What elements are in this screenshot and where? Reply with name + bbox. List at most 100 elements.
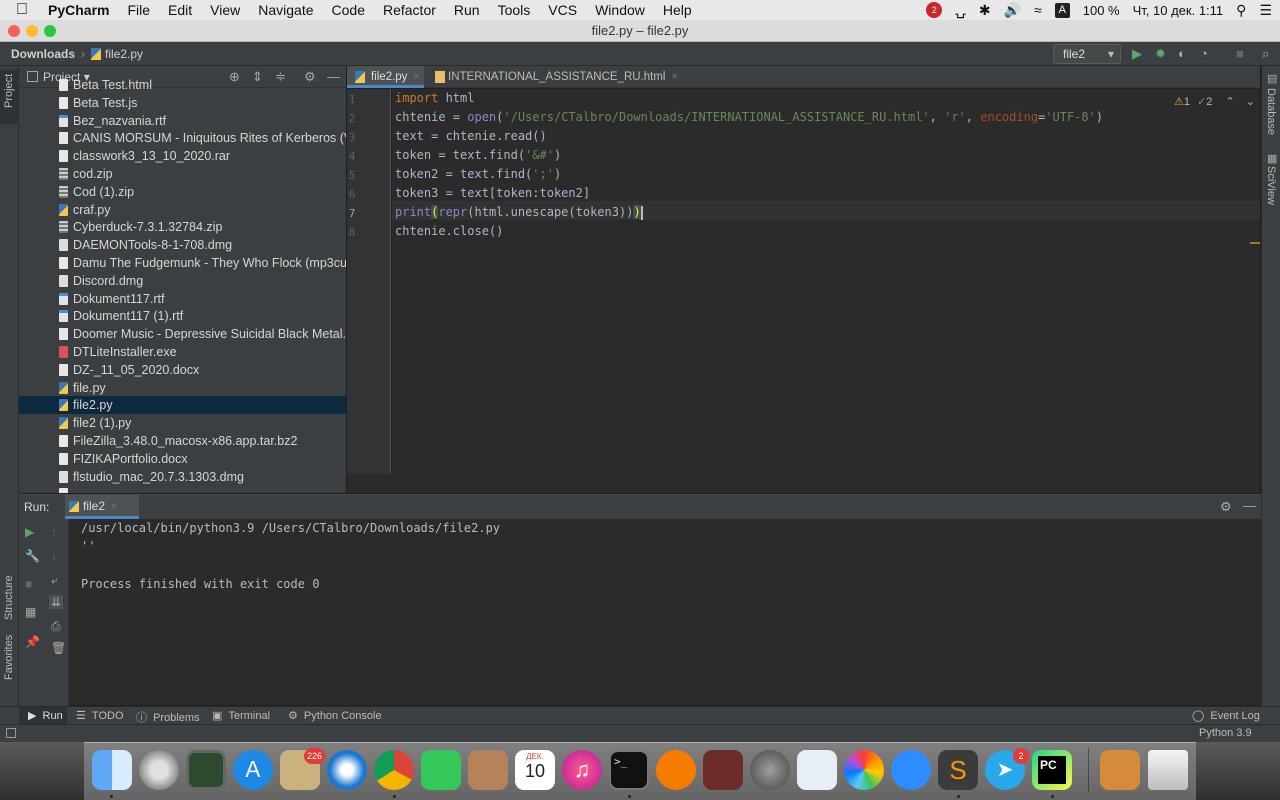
menu-file[interactable]: File bbox=[127, 2, 150, 18]
code-line[interactable]: chtenie.close() bbox=[395, 222, 503, 241]
preview-icon[interactable] bbox=[797, 750, 837, 790]
notification-badge[interactable]: 2 bbox=[926, 2, 943, 18]
tree-row[interactable]: Discord.dmg bbox=[19, 272, 346, 290]
notification-center-icon[interactable]: ☰ bbox=[1259, 2, 1272, 19]
chrome-icon[interactable] bbox=[374, 750, 414, 790]
code-line[interactable]: token = text.find('&#') bbox=[395, 146, 561, 165]
tree-row[interactable]: Cyberduck-7.3.1.32784.zip bbox=[19, 218, 346, 236]
trash-icon[interactable] bbox=[1148, 750, 1188, 790]
event-log-button[interactable]: ◯ Event Log bbox=[1192, 709, 1260, 722]
sciview-stripe-button[interactable]: SciView bbox=[1265, 166, 1277, 205]
profile-icon[interactable]: ◔ bbox=[1200, 46, 1208, 61]
database-stripe-button[interactable]: Database bbox=[1265, 88, 1277, 135]
code-line[interactable]: import html bbox=[395, 89, 474, 108]
interpreter-indicator[interactable]: Python 3.9 bbox=[1199, 727, 1252, 739]
tree-row[interactable]: craf.py bbox=[19, 201, 346, 219]
problems-tool-button[interactable]: ⓘ Problems bbox=[136, 709, 200, 725]
zoom-app-icon[interactable] bbox=[891, 750, 931, 790]
tree-row[interactable]: DAEMONTools-8-1-708.dmg bbox=[19, 236, 346, 254]
print-icon[interactable]: ⎙ bbox=[51, 619, 61, 634]
tree-row[interactable]: DZ-_11_05_2020.docx bbox=[19, 361, 346, 379]
arrow-down-icon[interactable]: ↓ bbox=[51, 549, 57, 563]
debug-icon[interactable]: ✹ bbox=[1155, 46, 1166, 62]
hide-panel-icon[interactable]: — bbox=[1243, 498, 1256, 513]
books-icon[interactable] bbox=[656, 750, 696, 790]
toggle-tool-windows-icon[interactable] bbox=[6, 728, 16, 738]
menu-navigate[interactable]: Navigate bbox=[258, 2, 313, 18]
rerun-icon[interactable]: ▶ bbox=[25, 525, 34, 539]
battery-percent[interactable]: 100 % bbox=[1083, 3, 1120, 18]
run-icon[interactable]: ▶ bbox=[1132, 46, 1142, 62]
code-line[interactable]: chtenie = open('/Users/CTalbro/Downloads… bbox=[395, 108, 1103, 127]
terminal-tool-button[interactable]: ▣ Terminal bbox=[212, 709, 270, 722]
breadcrumb-folder[interactable]: Downloads bbox=[11, 47, 75, 61]
code-line[interactable]: token3 = text[token:token2] bbox=[395, 184, 590, 203]
tree-row[interactable]: Beta Test.js bbox=[19, 94, 346, 112]
menu-edit[interactable]: Edit bbox=[168, 2, 192, 18]
tree-row[interactable]: file.py bbox=[19, 379, 346, 397]
stop-icon[interactable]: ■ bbox=[25, 577, 32, 591]
wifi-icon[interactable]: ≈ bbox=[1034, 2, 1042, 18]
code-line[interactable]: token2 = text.find(';') bbox=[395, 165, 561, 184]
structure-stripe-button[interactable]: Structure bbox=[3, 575, 15, 620]
previous-highlight-icon[interactable]: ⌃ bbox=[1225, 96, 1234, 108]
photo-booth-icon[interactable] bbox=[703, 750, 743, 790]
tree-row[interactable] bbox=[19, 485, 346, 493]
app-store-icon[interactable]: Ａ bbox=[233, 750, 273, 790]
search-icon[interactable]: ⌕ bbox=[1262, 46, 1269, 62]
inspection-widget[interactable]: ⚠1 ✓2 ⌃ ⌄ bbox=[1174, 95, 1255, 108]
system-preferences-icon[interactable] bbox=[750, 750, 790, 790]
music-icon[interactable]: ♫ bbox=[562, 750, 602, 790]
layout-icon[interactable]: ▦ bbox=[25, 605, 36, 619]
tree-row[interactable]: FileZilla_3.48.0_macosx-x86.app.tar.bz2 bbox=[19, 432, 346, 450]
tab-file2-py[interactable]: file2.py × bbox=[347, 66, 424, 88]
coverage-icon[interactable]: ◐ bbox=[1178, 46, 1186, 61]
tree-row[interactable]: file2 (1).py bbox=[19, 414, 346, 432]
stop-icon[interactable]: ■ bbox=[1236, 46, 1244, 61]
downloads-stack-icon[interactable] bbox=[1100, 750, 1140, 790]
scroll-to-end-icon[interactable]: ⇊ bbox=[49, 595, 64, 609]
tree-row[interactable]: Damu The Fudgemunk - They Who Flock (mp3… bbox=[19, 254, 346, 272]
close-tab-icon[interactable]: × bbox=[111, 501, 117, 513]
tree-row[interactable]: flstudio_mac_20.7.3.1303.dmg bbox=[19, 468, 346, 486]
keyboard-layout-indicator[interactable]: A bbox=[1054, 2, 1070, 18]
menu-window[interactable]: Window bbox=[595, 2, 645, 18]
run-tool-button[interactable]: ▶ Run bbox=[28, 709, 63, 722]
launchpad-icon[interactable] bbox=[139, 750, 179, 790]
menu-code[interactable]: Code bbox=[332, 2, 365, 18]
tree-row[interactable]: cod.zip bbox=[19, 165, 346, 183]
wrench-icon[interactable]: 🔧 bbox=[25, 549, 40, 563]
apple-menu-icon[interactable]:  bbox=[16, 1, 34, 19]
menu-tools[interactable]: Tools bbox=[498, 2, 531, 18]
spotlight-icon[interactable]: ⚲ bbox=[1236, 2, 1246, 19]
gear-icon[interactable]: ⚙ bbox=[1220, 499, 1232, 515]
breadcrumb-file[interactable]: file2.py bbox=[105, 47, 143, 61]
tree-row[interactable]: classwork3_13_10_2020.rar bbox=[19, 147, 346, 165]
favorites-stripe-button[interactable]: Favorites bbox=[3, 635, 15, 680]
finder-icon[interactable] bbox=[92, 750, 132, 790]
run-configuration-select[interactable]: file2 ▾ bbox=[1053, 44, 1121, 64]
close-tab-icon[interactable]: × bbox=[413, 71, 419, 83]
image-capture-icon[interactable] bbox=[186, 750, 226, 790]
contacts-icon[interactable] bbox=[468, 750, 508, 790]
next-highlight-icon[interactable]: ⌄ bbox=[1246, 96, 1255, 108]
tree-row[interactable]: Dokument117.rtf bbox=[19, 290, 346, 308]
photos-icon[interactable] bbox=[844, 750, 884, 790]
menu-refactor[interactable]: Refactor bbox=[383, 2, 436, 18]
tree-row[interactable]: FIZIKAPortfolio.docx bbox=[19, 450, 346, 468]
menu-view[interactable]: View bbox=[210, 2, 240, 18]
project-stripe-button[interactable]: Project bbox=[0, 70, 19, 124]
tree-row[interactable]: Dokument117 (1).rtf bbox=[19, 307, 346, 325]
tab-international-assistance-html[interactable]: INTERNATIONAL_ASSISTANCE_RU.html × bbox=[432, 66, 678, 88]
todo-tool-button[interactable]: ☰ TODO bbox=[76, 709, 124, 722]
menu-help[interactable]: Help bbox=[663, 2, 692, 18]
menu-vcs[interactable]: VCS bbox=[548, 2, 577, 18]
extra-icon[interactable]: ⍽ bbox=[955, 2, 966, 19]
menu-app-name[interactable]: PyCharm bbox=[48, 2, 109, 18]
arrow-up-icon[interactable]: ↑ bbox=[51, 525, 57, 539]
soft-wrap-icon[interactable]: ⤶ bbox=[51, 573, 58, 588]
tree-row[interactable]: Cod (1).zip bbox=[19, 183, 346, 201]
calendar-icon[interactable]: ДЕК. 10 bbox=[515, 750, 555, 790]
tree-row[interactable]: DTLiteInstaller.exe bbox=[19, 343, 346, 361]
code-line[interactable]: text = chtenie.read() bbox=[395, 127, 547, 146]
